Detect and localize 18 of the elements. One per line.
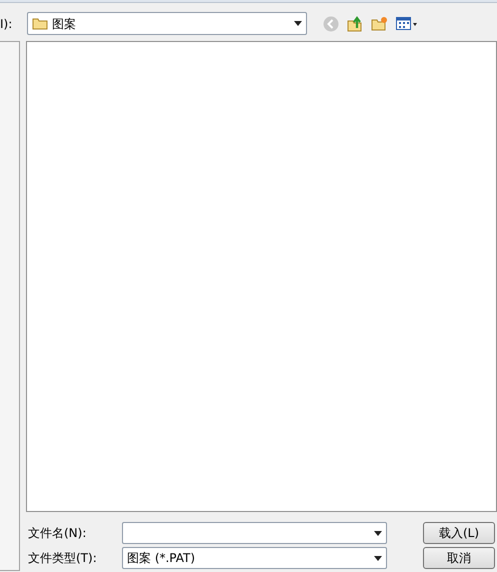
cancel-button[interactable]: 取消 — [423, 547, 495, 569]
file-type-value: 图案 (*.PAT) — [127, 550, 196, 567]
folder-icon — [32, 17, 48, 30]
dropdown-arrow-icon — [374, 530, 382, 536]
dropdown-arrow-icon — [294, 21, 302, 26]
back-icon[interactable] — [323, 16, 339, 32]
file-name-label: 文件名(N): — [28, 525, 88, 542]
look-in-dropdown[interactable]: 图案 — [27, 12, 307, 35]
look-in-value: 图案 — [52, 16, 77, 32]
file-name-field[interactable] — [122, 522, 387, 544]
new-folder-icon[interactable] — [371, 16, 388, 31]
file-type-dropdown[interactable]: 图案 (*.PAT) — [122, 547, 387, 569]
look-in-label: I): — [0, 16, 14, 32]
view-menu-icon[interactable] — [396, 16, 418, 31]
load-button[interactable]: 载入(L) — [423, 522, 495, 544]
dropdown-arrow-icon — [374, 556, 382, 560]
file-type-label: 文件类型(T): — [28, 550, 98, 567]
up-folder-icon[interactable] — [347, 16, 363, 32]
